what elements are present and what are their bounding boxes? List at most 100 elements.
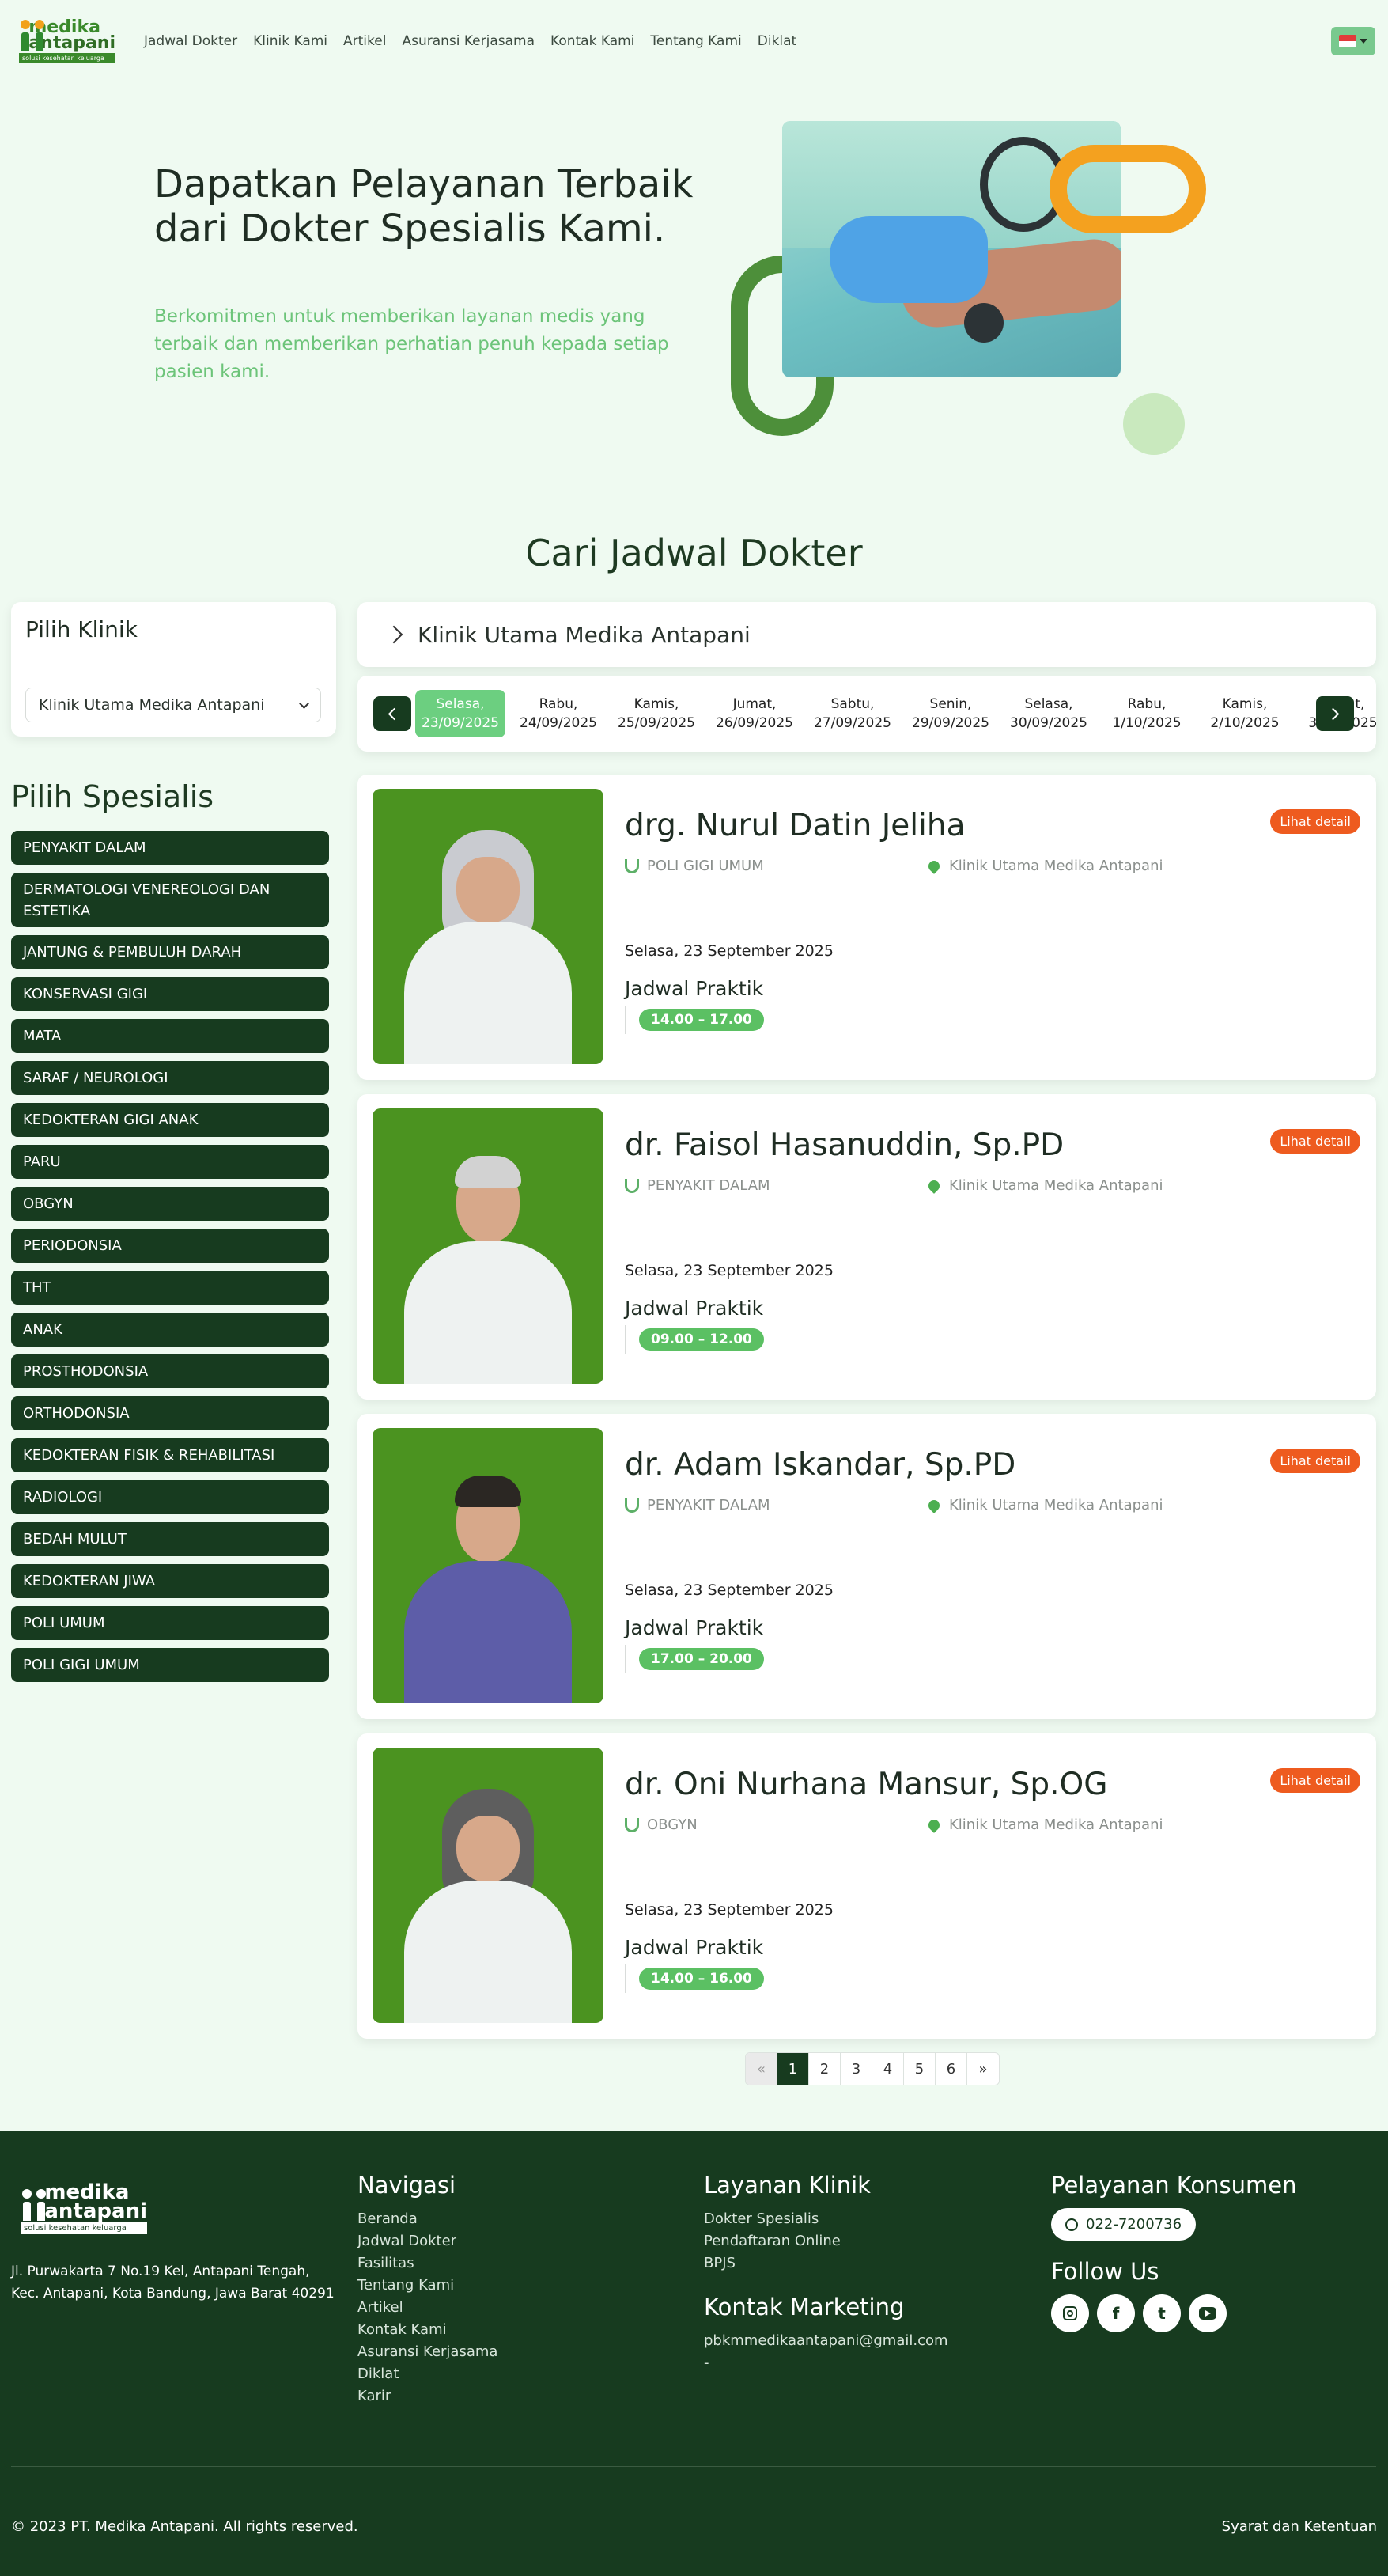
specialty-item[interactable]: PARU xyxy=(11,1145,329,1179)
nav-link-asuransi[interactable]: Asuransi Kerjasama xyxy=(402,33,535,49)
clinic-heading: Klinik Utama Medika Antapani xyxy=(418,621,751,648)
specialty-item[interactable]: DERMATOLOGI VENEREOLOGI DAN ESTETIKA xyxy=(11,873,329,927)
footer-follow-title: Follow Us xyxy=(1051,2258,1159,2285)
specialty-item[interactable]: KEDOKTERAN JIWA xyxy=(11,1564,329,1598)
date-day: Jumat, xyxy=(732,696,777,712)
date-item[interactable]: Jumat, 26/09/2025 xyxy=(705,690,804,737)
pagination-page[interactable]: 5 xyxy=(904,2053,936,2085)
date-item[interactable]: Rabu, 1/10/2025 xyxy=(1098,690,1196,737)
clinic-select[interactable]: Klinik Utama Medika Antapani xyxy=(25,688,321,722)
nav-link-artikel[interactable]: Artikel xyxy=(343,33,386,49)
date-item[interactable]: Rabu, 24/09/2025 xyxy=(509,690,607,737)
specialty-item[interactable]: THT xyxy=(11,1271,329,1305)
doctor-photo xyxy=(373,1108,603,1384)
doctor-schedule-date: Selasa, 23 September 2025 xyxy=(625,1262,834,1279)
language-dropdown[interactable] xyxy=(1331,27,1375,55)
pagination-page[interactable]: 3 xyxy=(841,2053,872,2085)
date-item-active[interactable]: Selasa, 23/09/2025 xyxy=(415,690,505,737)
specialty-item[interactable]: OBGYN xyxy=(11,1187,329,1221)
marketing-email-link[interactable]: pbkmmedikaantapani@gmail.com xyxy=(704,2330,948,2352)
pagination: « 1 2 3 4 5 6 » xyxy=(745,2052,1000,2085)
nav-link-tentang[interactable]: Tentang Kami xyxy=(650,33,741,49)
date-value: 27/09/2025 xyxy=(814,715,891,731)
footer-link[interactable]: Asuransi Kerjasama xyxy=(357,2341,497,2363)
date-item[interactable]: Sabtu, 27/09/2025 xyxy=(804,690,902,737)
footer-terms-link[interactable]: Syarat dan Ketentuan xyxy=(1222,2518,1377,2535)
footer-link[interactable]: Karir xyxy=(357,2385,497,2407)
consumer-phone: 022-7200736 xyxy=(1086,2216,1182,2233)
date-item[interactable]: Kamis, 25/09/2025 xyxy=(607,690,705,737)
nav-link-jadwal-dokter[interactable]: Jadwal Dokter xyxy=(144,33,237,49)
footer-logo-text-2: antapani xyxy=(44,2199,147,2223)
footer-link[interactable]: Beranda xyxy=(357,2208,497,2230)
specialty-item[interactable]: ANAK xyxy=(11,1313,329,1347)
specialty-item[interactable]: KEDOKTERAN GIGI ANAK xyxy=(11,1103,329,1137)
date-next-button[interactable] xyxy=(1316,696,1354,731)
date-item[interactable]: Senin, 29/09/2025 xyxy=(902,690,1000,737)
stethoscope-icon xyxy=(625,858,639,873)
date-value: 26/09/2025 xyxy=(716,715,793,731)
footer-link[interactable]: Artikel xyxy=(357,2297,497,2319)
clinic-heading-card[interactable]: Klinik Utama Medika Antapani xyxy=(357,602,1376,667)
twitter-icon[interactable]: t xyxy=(1143,2294,1181,2332)
specialty-item[interactable]: POLI GIGI UMUM xyxy=(11,1648,329,1682)
footer-link[interactable]: Kontak Kami xyxy=(357,2319,497,2341)
pagination-next[interactable]: » xyxy=(967,2053,999,2085)
detail-button[interactable]: Lihat detail xyxy=(1270,809,1360,834)
specialty-item[interactable]: RADIOLOGI xyxy=(11,1480,329,1514)
pagination-page[interactable]: 6 xyxy=(936,2053,967,2085)
specialty-item[interactable]: PERIODONSIA xyxy=(11,1229,329,1263)
date-selector: Selasa, 23/09/2025 Rabu, 24/09/2025 Kamis,… xyxy=(357,676,1376,752)
footer-link[interactable]: Pendaftaran Online xyxy=(704,2230,948,2252)
date-value: 25/09/2025 xyxy=(618,715,695,731)
instagram-icon[interactable] xyxy=(1051,2294,1089,2332)
specialty-item[interactable]: BEDAH MULUT xyxy=(11,1522,329,1556)
date-item[interactable]: Selasa, 30/09/2025 xyxy=(1000,690,1098,737)
doctor-clinic: Klinik Utama Medika Antapani xyxy=(949,858,1163,874)
date-prev-button[interactable] xyxy=(373,696,411,731)
pagination-prev[interactable]: « xyxy=(746,2053,777,2085)
detail-button[interactable]: Lihat detail xyxy=(1270,1129,1360,1154)
schedule-label: Jadwal Praktik xyxy=(625,1297,764,1320)
nav-link-klinik-kami[interactable]: Klinik Kami xyxy=(253,33,327,49)
footer-link[interactable]: Jadwal Dokter xyxy=(357,2230,497,2252)
specialty-item[interactable]: KEDOKTERAN FISIK & REHABILITASI xyxy=(11,1438,329,1472)
footer-link[interactable]: Tentang Kami xyxy=(357,2275,497,2297)
nav-link-kontak[interactable]: Kontak Kami xyxy=(550,33,634,49)
clinic-picker-title: Pilih Klinik xyxy=(25,616,138,642)
specialty-item[interactable]: JANTUNG & PEMBULUH DARAH xyxy=(11,935,329,969)
footer-logo[interactable]: medika antapani solusi kesehatan keluarg… xyxy=(21,2182,147,2234)
specialty-item[interactable]: SARAF / NEUROLOGI xyxy=(11,1061,329,1095)
specialty-item[interactable]: PENYAKIT DALAM xyxy=(11,831,329,865)
footer-link[interactable]: Dokter Spesialis xyxy=(704,2208,948,2230)
specialty-item[interactable]: KONSERVASI GIGI xyxy=(11,977,329,1011)
specialty-item[interactable]: PROSTHODONSIA xyxy=(11,1354,329,1388)
brand-logo[interactable]: medika antapani solusi kesehatan keluarg… xyxy=(19,18,115,63)
consumer-phone-button[interactable]: 022-7200736 xyxy=(1051,2208,1197,2241)
pagination-page[interactable]: 2 xyxy=(809,2053,841,2085)
detail-button[interactable]: Lihat detail xyxy=(1270,1449,1360,1473)
pagination-page[interactable]: 4 xyxy=(872,2053,904,2085)
pagination-page[interactable]: 1 xyxy=(777,2053,809,2085)
location-pin-icon xyxy=(926,1177,942,1194)
specialty-item[interactable]: POLI UMUM xyxy=(11,1606,329,1640)
date-day: Selasa, xyxy=(436,696,485,712)
detail-button[interactable]: Lihat detail xyxy=(1270,1768,1360,1793)
footer-link[interactable]: Fasilitas xyxy=(357,2252,497,2275)
doctor-name: dr. Adam Iskandar, Sp.PD xyxy=(625,1447,1016,1483)
footer-link[interactable]: BPJS xyxy=(704,2252,948,2275)
specialty-item[interactable]: ORTHODONSIA xyxy=(11,1396,329,1430)
footer: medika antapani solusi kesehatan keluarg… xyxy=(0,2131,1388,2576)
marketing-phone: - xyxy=(704,2354,709,2371)
facebook-icon[interactable]: f xyxy=(1097,2294,1135,2332)
doctor-card: dr. Oni Nurhana Mansur, Sp.OG OBGYN Klin… xyxy=(357,1733,1376,2039)
footer-link[interactable]: Diklat xyxy=(357,2363,497,2385)
doctor-name: drg. Nurul Datin Jeliha xyxy=(625,808,966,843)
date-day: Senin, xyxy=(929,696,972,712)
doctor-photo xyxy=(373,1428,603,1703)
specialty-item[interactable]: MATA xyxy=(11,1019,329,1053)
youtube-icon[interactable] xyxy=(1189,2294,1227,2332)
nav-link-diklat[interactable]: Diklat xyxy=(758,33,796,49)
location-pin-icon xyxy=(926,1816,942,1833)
date-item[interactable]: Kamis, 2/10/2025 xyxy=(1196,690,1294,737)
